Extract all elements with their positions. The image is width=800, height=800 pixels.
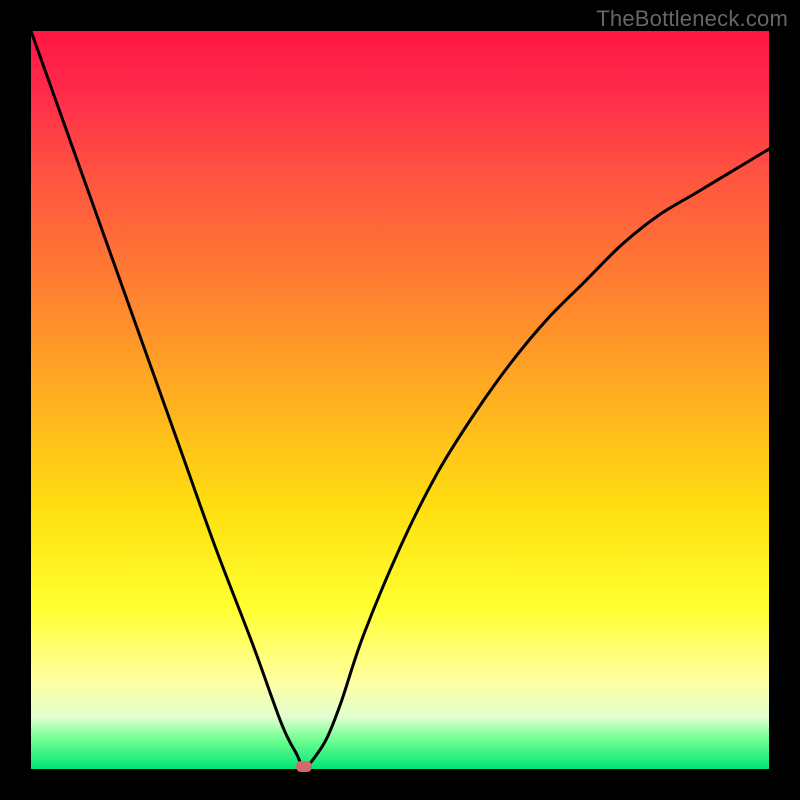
bottleneck-curve [31,31,769,769]
watermark-text: TheBottleneck.com [596,6,788,32]
gradient-plot-area [31,31,769,769]
optimal-point-marker [296,761,312,772]
